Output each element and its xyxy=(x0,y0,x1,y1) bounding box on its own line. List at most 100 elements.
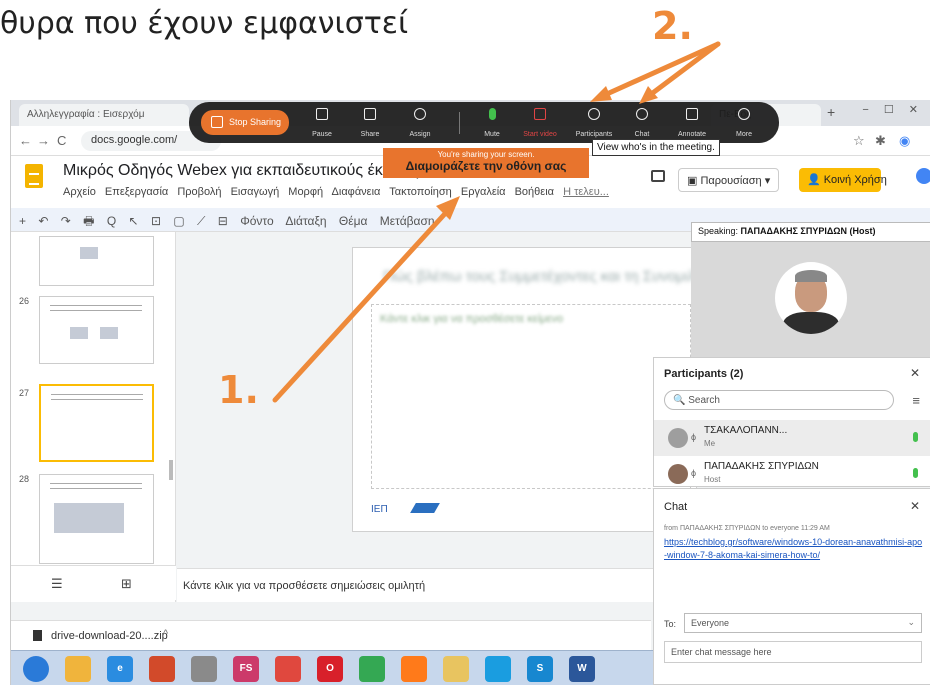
slide-thumbnail[interactable] xyxy=(39,236,154,286)
close-icon[interactable]: ✕ xyxy=(910,499,920,513)
microphone-icon[interactable] xyxy=(913,468,918,478)
slides-logo-icon[interactable] xyxy=(25,164,43,188)
menu-tools[interactable]: Εργαλεία xyxy=(461,186,506,198)
taskbar-chrome-2-icon[interactable] xyxy=(359,656,385,682)
slide-thumbnail-selected[interactable] xyxy=(39,384,154,462)
participants-title: Participants (2) xyxy=(664,368,744,380)
screenshot-stage: θυρα που έχουν εμφανιστεί Αλληλεγγραφία … xyxy=(0,0,930,685)
slide-body-placeholder[interactable]: Κάντε κλικ για να προσθέσετε κείμενο xyxy=(371,304,691,489)
chat-message-link[interactable]: https://techblog.gr/software/windows-10-… xyxy=(664,536,924,562)
theme-button[interactable]: Θέμα xyxy=(339,214,368,228)
stop-icon xyxy=(211,116,223,128)
assign-button[interactable]: Assign xyxy=(399,106,441,140)
speaker-notes[interactable]: Κάντε κλικ για να προσθέσετε σημειώσεις … xyxy=(177,568,677,602)
participant-row[interactable]: ϕ ΠΑΠΑΔΑΚΗΣ ΣΠΥΡΙΔΩΝ Host xyxy=(654,456,930,492)
new-slide-icon[interactable]: + xyxy=(19,214,26,228)
taskbar-word-icon[interactable]: W xyxy=(569,656,595,682)
menu-insert[interactable]: Εισαγωγή xyxy=(231,186,280,198)
taskbar-skype-icon[interactable]: S xyxy=(527,656,553,682)
annotate-button[interactable]: Annotate xyxy=(671,106,713,140)
download-item[interactable]: drive-download-20....zip xyxy=(51,630,168,642)
start-video-button[interactable]: Start video xyxy=(519,106,561,140)
taskbar-fs-icon[interactable]: FS xyxy=(233,656,259,682)
present-label: Παρουσίαση xyxy=(700,175,762,187)
speaker-video-tile[interactable] xyxy=(691,242,930,357)
participant-row[interactable]: ϕ ΤΣΑΚΑΛΟΠΑΝΝ... Me xyxy=(654,420,930,456)
chat-recipient-select[interactable]: Everyone ⌄ xyxy=(684,613,922,633)
back-icon[interactable]: ← xyxy=(19,133,32,148)
slide-body-text: Κάντε κλικ για να προσθέσετε κείμενο xyxy=(380,313,564,325)
list-view-icon[interactable]: ☰ xyxy=(51,576,63,592)
speaker-avatar xyxy=(775,262,847,334)
chat-message-input[interactable]: Enter chat message here xyxy=(664,641,922,663)
background-button[interactable]: Φόντο xyxy=(240,214,274,228)
participants-tooltip: View who's in the meeting. xyxy=(592,139,720,156)
browser-tab[interactable]: Αλληλεγγραφία : Εισερχόμ xyxy=(19,104,189,126)
mute-button[interactable]: Mute xyxy=(471,106,513,140)
share-button[interactable]: 👤 Κοινή Χρήση xyxy=(799,168,887,192)
zoom-icon[interactable]: Q xyxy=(107,214,116,228)
chat-recipient-value: Everyone xyxy=(691,618,730,628)
taskbar-app-gray-icon[interactable] xyxy=(191,656,217,682)
account-icon[interactable] xyxy=(916,168,930,184)
redo-icon[interactable]: ↷ xyxy=(61,214,71,228)
taskbar-webex-icon[interactable] xyxy=(485,656,511,682)
select-icon[interactable]: ↖ xyxy=(129,214,139,228)
star-icon[interactable]: ☆ xyxy=(853,133,865,149)
layout-button[interactable]: Διάταξη xyxy=(285,214,326,228)
caption-text: θυρα που έχουν εμφανιστεί xyxy=(0,6,409,41)
present-button[interactable]: ▣ Παρουσίαση ▾ xyxy=(678,168,780,192)
menu-help[interactable]: Βοήθεια xyxy=(515,186,554,198)
taskbar-firefox-icon[interactable] xyxy=(401,656,427,682)
comment-icon[interactable] xyxy=(651,170,665,182)
taskbar-chrome-icon[interactable] xyxy=(275,656,301,682)
textbox-icon[interactable]: ⊡ xyxy=(151,214,161,228)
download-chevron-icon[interactable]: ^ xyxy=(163,628,168,640)
stop-sharing-button[interactable]: Stop Sharing xyxy=(201,110,289,135)
menu-format[interactable]: Μορφή xyxy=(288,186,323,198)
current-slide[interactable]: Πώς βλέπω τους Συμμετέχοντες και τη Συνο… xyxy=(352,247,881,532)
more-label: More xyxy=(736,131,752,138)
comment-add-icon[interactable]: ⊟ xyxy=(218,214,228,228)
microphone-icon[interactable] xyxy=(913,432,918,442)
close-icon[interactable]: ✕ xyxy=(910,366,920,380)
pause-button[interactable]: Pause xyxy=(301,106,343,140)
participant-role: Me xyxy=(704,439,716,448)
thumb-text xyxy=(50,483,142,489)
profile-icon[interactable]: ◉ xyxy=(899,133,910,149)
extension-icon[interactable]: ✱ xyxy=(875,133,886,149)
sort-icon[interactable]: ≡ xyxy=(912,393,920,408)
grid-view-icon[interactable]: ⊞ xyxy=(121,576,132,592)
share-content-button[interactable]: Share xyxy=(349,106,391,140)
menu-file[interactable]: Αρχείο xyxy=(63,186,96,198)
file-icon xyxy=(33,630,42,641)
taskbar-explorer-icon[interactable] xyxy=(65,656,91,682)
new-tab-button[interactable]: + xyxy=(827,104,835,120)
more-button[interactable]: More xyxy=(723,106,765,140)
line-icon[interactable]: ⟋ xyxy=(197,214,205,228)
menu-edit[interactable]: Επεξεργασία xyxy=(105,186,168,198)
undo-icon[interactable]: ↶ xyxy=(38,214,48,228)
window-controls[interactable]: − ☐ ✕ xyxy=(862,103,924,116)
menu-view[interactable]: Προβολή xyxy=(177,186,221,198)
taskbar-folder-icon[interactable] xyxy=(443,656,469,682)
chat-button[interactable]: Chat xyxy=(621,106,663,140)
image-icon[interactable]: ▢ xyxy=(173,214,184,228)
taskbar-opera-icon[interactable]: O xyxy=(317,656,343,682)
transition-button[interactable]: Μετάβαση xyxy=(380,214,435,228)
print-icon[interactable]: 🖶 xyxy=(83,214,94,228)
taskbar-ie-icon[interactable]: e xyxy=(107,656,133,682)
slide-thumbnail[interactable] xyxy=(39,474,154,564)
menu-arrange[interactable]: Τακτοποίηση xyxy=(389,186,452,198)
participants-search-input[interactable]: 🔍 Search xyxy=(664,390,894,410)
forward-icon[interactable]: → xyxy=(37,133,50,148)
last-edit-link[interactable]: Η τελευ... xyxy=(563,186,609,198)
slide-thumbnail[interactable] xyxy=(39,296,154,364)
reload-icon[interactable]: C xyxy=(57,133,66,148)
panel-resize-handle[interactable] xyxy=(169,460,173,480)
taskbar-app-red-icon[interactable] xyxy=(149,656,175,682)
arrow-step-2b xyxy=(643,41,721,101)
taskbar-start-icon[interactable] xyxy=(23,656,49,682)
menu-slide[interactable]: Διαφάνεια xyxy=(332,186,381,198)
participants-button[interactable]: Participants xyxy=(573,106,615,140)
